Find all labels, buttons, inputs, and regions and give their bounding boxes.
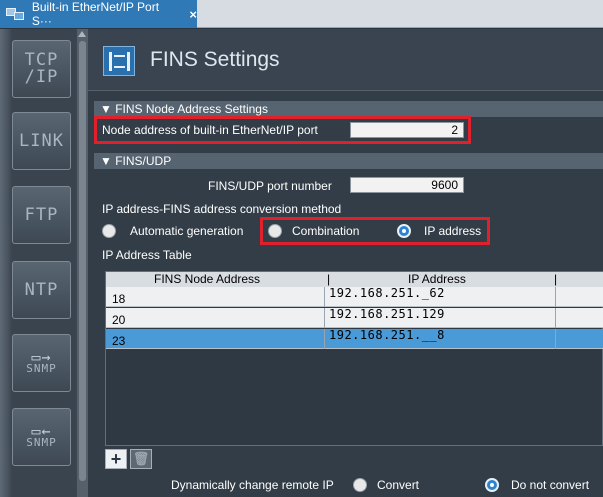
ip-address-table-label: IP Address Table [102,248,192,262]
table-header: FINS Node Address | IP Address | [106,272,603,287]
ip-address-table: FINS Node Address | IP Address | 18 192.… [105,271,603,446]
sidebar-item-snmp-trap[interactable]: ▭← SNMP [12,408,71,466]
scroll-thumb[interactable] [79,41,86,481]
cell-ip[interactable]: 192.168.251.129 [329,307,445,321]
tab-bar: Built-in EtherNet/IP Port S··· × [0,0,603,28]
cell-node[interactable]: 18 [112,292,125,306]
automatic-generation-label: Automatic generation [130,224,244,238]
close-icon[interactable]: × [189,7,197,22]
cell-node[interactable]: 20 [112,313,125,327]
sidebar-item-label: FTP [24,204,59,225]
sidebar-item-ftp[interactable]: FTP [12,186,71,244]
settings-window-icon [6,6,28,22]
page-title: FINS Settings [150,48,280,71]
column-fins-node-address[interactable]: FINS Node Address [154,272,260,287]
radio-convert[interactable] [353,478,367,492]
table-row-selected[interactable]: 23 192.168.251.__8 [106,328,603,349]
do-not-convert-label: Do not convert [511,478,590,492]
node-address-highlight [94,116,471,144]
add-row-button[interactable]: + [105,449,127,469]
conversion-method-label: IP address-FINS address conversion metho… [102,202,342,216]
node-address-section-header[interactable]: ▼ FINS Node Address Settings [94,101,603,117]
udp-port-label: FINS/UDP port number [208,179,332,193]
sidebar-item-ntp[interactable]: NTP [12,261,71,319]
panel-header: FINS Settings [88,29,603,91]
fins-settings-icon [103,46,135,76]
conversion-method-highlight [260,217,490,245]
trash-icon: 🗑 [132,451,150,466]
radio-automatic-generation[interactable] [102,224,116,238]
cell-ip[interactable]: 192.168.251._62 [329,286,445,300]
udp-port-input[interactable]: 9600 [350,177,464,193]
fins-udp-section-header[interactable]: ▼ FINS/UDP [94,153,603,169]
radio-do-not-convert[interactable] [485,478,499,492]
cell-node[interactable]: 23 [112,334,125,348]
sidebar-item-label: TCP /IP [24,50,59,87]
sidebar-item-label: SNMP [26,362,57,375]
table-row[interactable]: 20 192.168.251.129 [106,307,603,328]
column-ip-address[interactable]: IP Address [408,272,466,287]
fins-settings-panel: FINS Settings ▼ FINS Node Address Settin… [88,29,603,497]
cell-ip[interactable]: 192.168.251.__8 [329,328,445,342]
tab-title: Built-in EtherNet/IP Port S··· [31,0,160,28]
table-row[interactable]: 18 192.168.251._62 [106,286,603,307]
dynamic-change-label: Dynamically change remote IP [171,478,334,492]
scroll-up-icon[interactable] [78,31,86,37]
sidebar-scrollbar[interactable] [77,29,88,497]
tab-ethernet-port-settings[interactable]: Built-in EtherNet/IP Port S··· × [0,0,197,28]
convert-label: Convert [377,478,420,492]
sidebar-item-tcpip[interactable]: TCP /IP [12,40,71,98]
sidebar-item-label: SNMP [26,436,57,449]
delete-row-button[interactable]: 🗑 [130,449,152,469]
sidebar-item-link[interactable]: LINK [12,112,71,170]
sidebar-item-label: LINK [19,130,64,151]
sidebar-item-snmp[interactable]: ▭→ SNMP [12,334,71,392]
sidebar-item-label: NTP [24,279,59,300]
